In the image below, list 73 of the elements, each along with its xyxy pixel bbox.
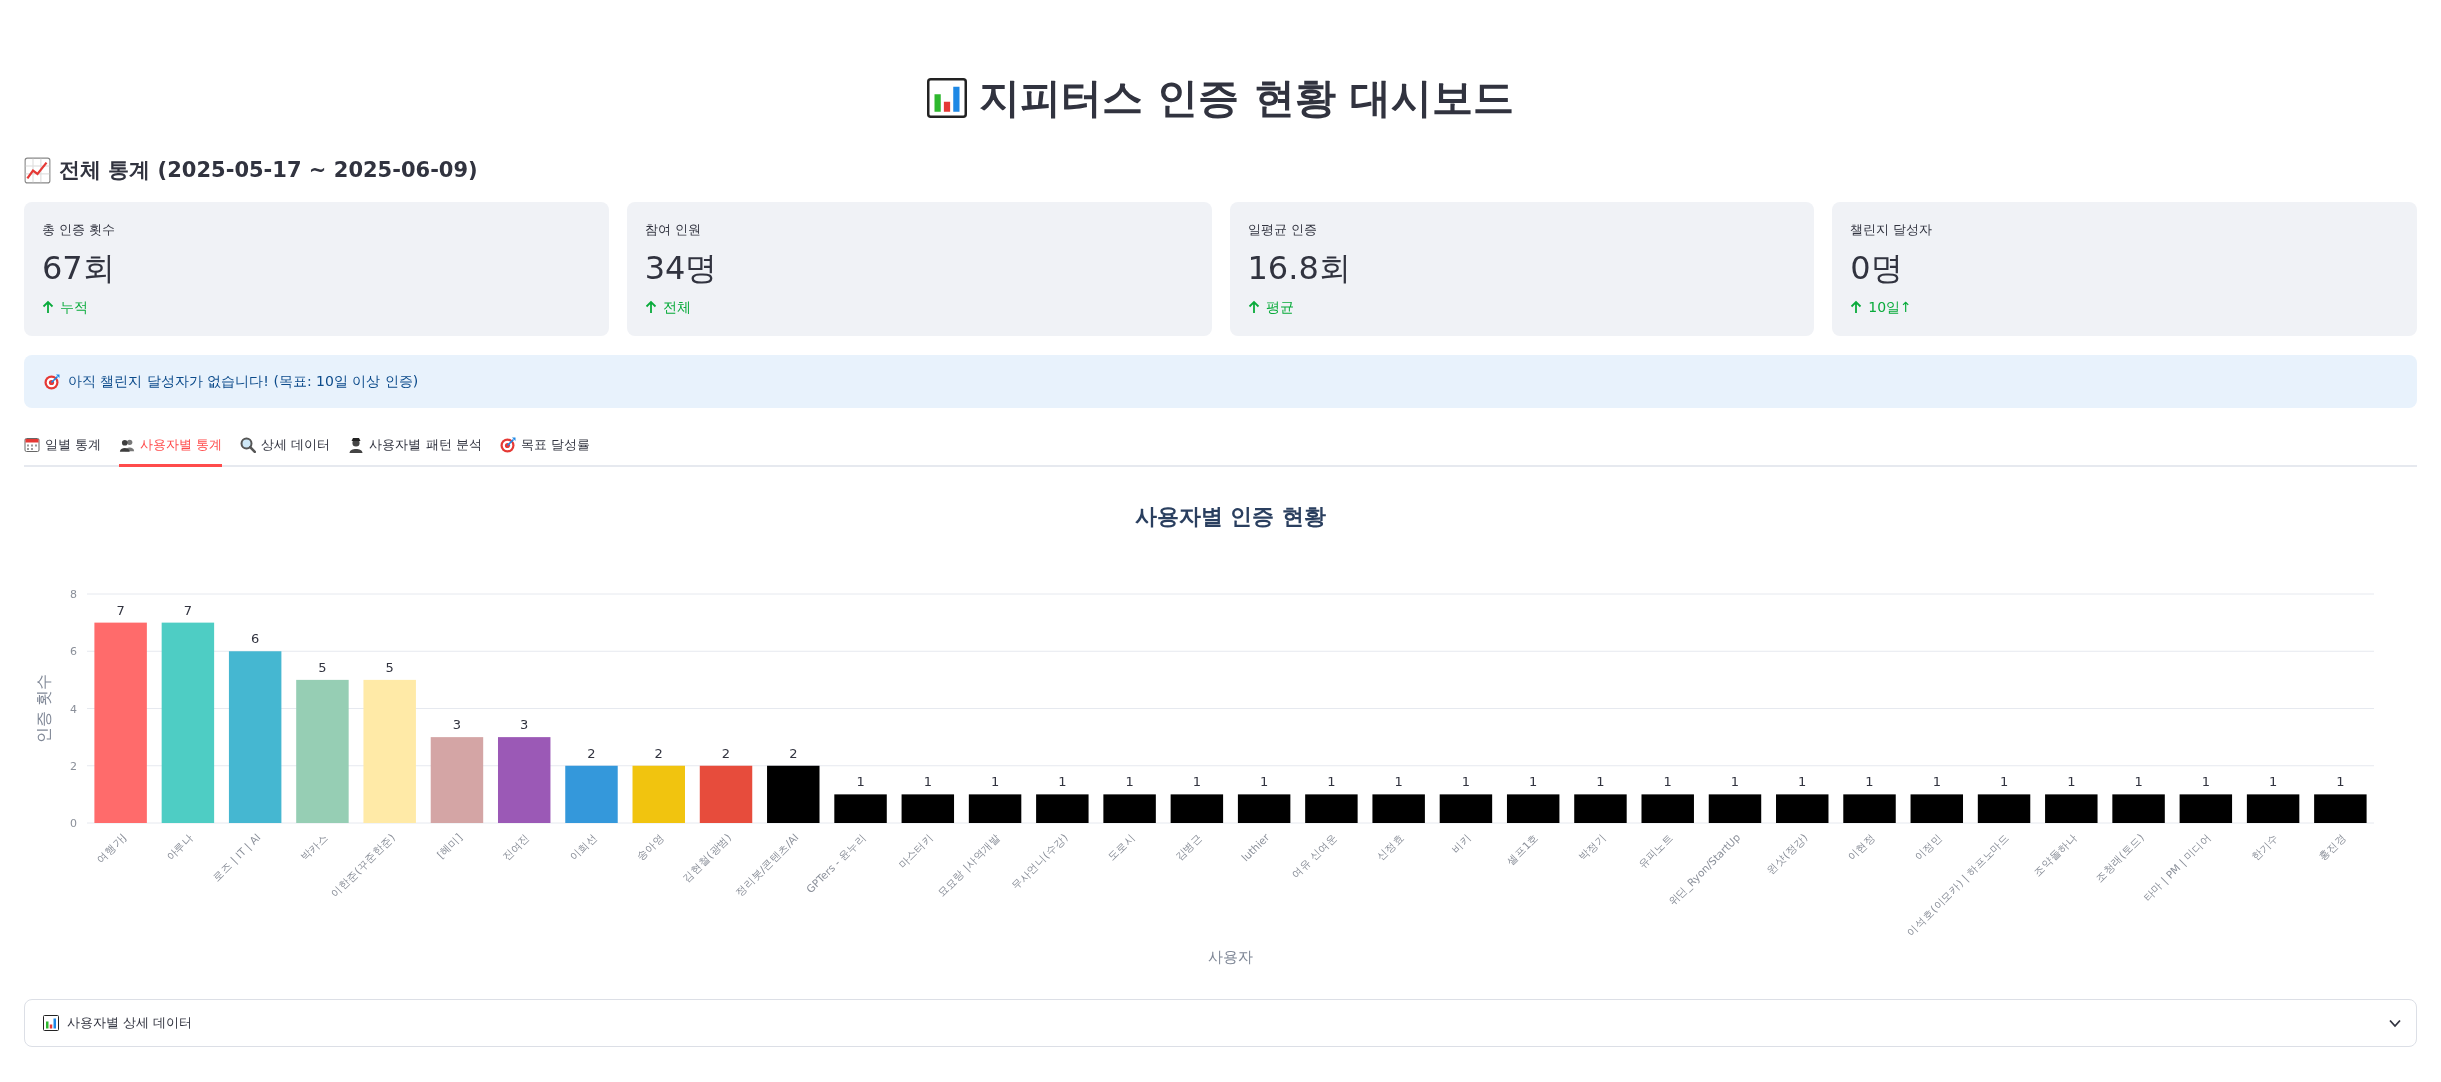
person-silhouette-icon — [348, 437, 365, 453]
bar-value-label: 1 — [1394, 774, 1403, 790]
bar-value-label: 1 — [1999, 774, 2009, 790]
tab[interactable]: 상세 데이터 — [240, 424, 331, 467]
bar-chart-icon — [43, 1015, 59, 1031]
bar-value-label: 1 — [1192, 774, 1201, 790]
search-icon — [240, 437, 257, 453]
bar-value-label: 1 — [1663, 774, 1672, 790]
page-title: 지피터스 인증 현황 대시보드 — [979, 73, 1514, 124]
y-axis-title: 인증 횟수 — [34, 673, 53, 744]
y-tick-label: 8 — [70, 588, 77, 601]
chart-title: 사용자별 인증 현황 — [1134, 504, 1327, 529]
metric-value: 16.8회 — [1247, 248, 1352, 289]
expander-header[interactable]: 사용자별 상세 데이터 — [24, 999, 2417, 1047]
bar-value-label: 2 — [789, 745, 798, 761]
metric-value: 67회 — [42, 248, 116, 289]
line-chart-icon — [24, 156, 51, 184]
metric-value: 0명 — [1850, 248, 1904, 289]
bar-value-label: 2 — [721, 745, 731, 761]
bar-value-label: 1 — [1058, 774, 1067, 790]
bar-value-label: 1 — [1932, 774, 1941, 790]
y-tick-label: 0 — [70, 817, 77, 830]
bar-value-label: 2 — [654, 745, 663, 761]
metric-delta: 전체 — [662, 298, 691, 317]
bar-value-label: 5 — [318, 659, 327, 675]
bar-value-label: 1 — [1798, 774, 1807, 790]
tab[interactable]: 일별 통계 — [24, 424, 102, 467]
section-heading: 전체 통계 (2025-05-17 ~ 2025-06-09) — [59, 157, 478, 184]
bar-value-label: 1 — [856, 774, 865, 790]
calendar-icon — [24, 437, 40, 453]
x-tick-label: 로즈 | IT | AI — [210, 830, 263, 884]
target-icon — [499, 437, 516, 453]
y-tick-label: 6 — [70, 645, 77, 659]
x-axis-title: 사용자 — [1208, 948, 1253, 966]
bar-value-label: 1 — [1730, 774, 1740, 790]
bar-value-label: 1 — [1461, 774, 1471, 790]
bar-chart-icon — [927, 78, 968, 118]
bar-value-label: 1 — [1327, 774, 1336, 790]
x-tick-label: 비키 — [1449, 830, 1474, 855]
bar-value-label: 1 — [1865, 774, 1874, 790]
bar-value-label: 7 — [183, 602, 193, 618]
metric-delta: 10일↑ — [1868, 298, 1912, 317]
bar-value-label: 1 — [2134, 774, 2143, 790]
bar-value-label: 1 — [2336, 774, 2345, 790]
bar-value-label: 1 — [2067, 774, 2076, 790]
metric-value: 34명 — [644, 248, 719, 289]
bar-value-label: 1 — [1596, 774, 1605, 790]
bar-value-label: 1 — [2201, 774, 2210, 790]
target-icon — [44, 373, 60, 390]
bar-value-label: 1 — [1260, 774, 1269, 790]
bar-value-label: 1 — [1125, 774, 1134, 790]
bar-value-label: 5 — [385, 659, 394, 675]
bar-value-label: 7 — [116, 602, 125, 618]
bar-value-label: 1 — [923, 774, 932, 790]
bar-value-label: 1 — [990, 774, 1000, 790]
tab[interactable]: 사용자별 패턴 분석 — [348, 424, 482, 467]
tab[interactable]: 목표 달성률 — [499, 424, 590, 467]
bar-value-label: 2 — [587, 745, 596, 761]
bar-value-label: 1 — [1529, 774, 1538, 790]
bar-value-label: 1 — [2268, 774, 2278, 790]
metric-delta: 평균 — [1265, 298, 1294, 317]
metric-label: 참여 인원 — [644, 221, 702, 239]
bar-value-label: 3 — [520, 717, 529, 733]
people-icon — [119, 437, 136, 453]
metric-label: 챌린지 달성자 — [1850, 221, 1934, 239]
bar-value-label: 3 — [452, 717, 462, 733]
metric-label: 일평균 인증 — [1247, 221, 1318, 239]
y-tick-label: 4 — [70, 702, 77, 716]
alert-message: 아직 챌린지 달성자가 없습니다! (목표: 10일 이상 인증) — [68, 372, 419, 391]
y-tick-label: 2 — [70, 759, 77, 773]
metric-delta: 누적 — [60, 298, 88, 317]
metric-label: 총 인증 횟수 — [42, 221, 117, 239]
bar-value-label: 6 — [251, 631, 260, 647]
